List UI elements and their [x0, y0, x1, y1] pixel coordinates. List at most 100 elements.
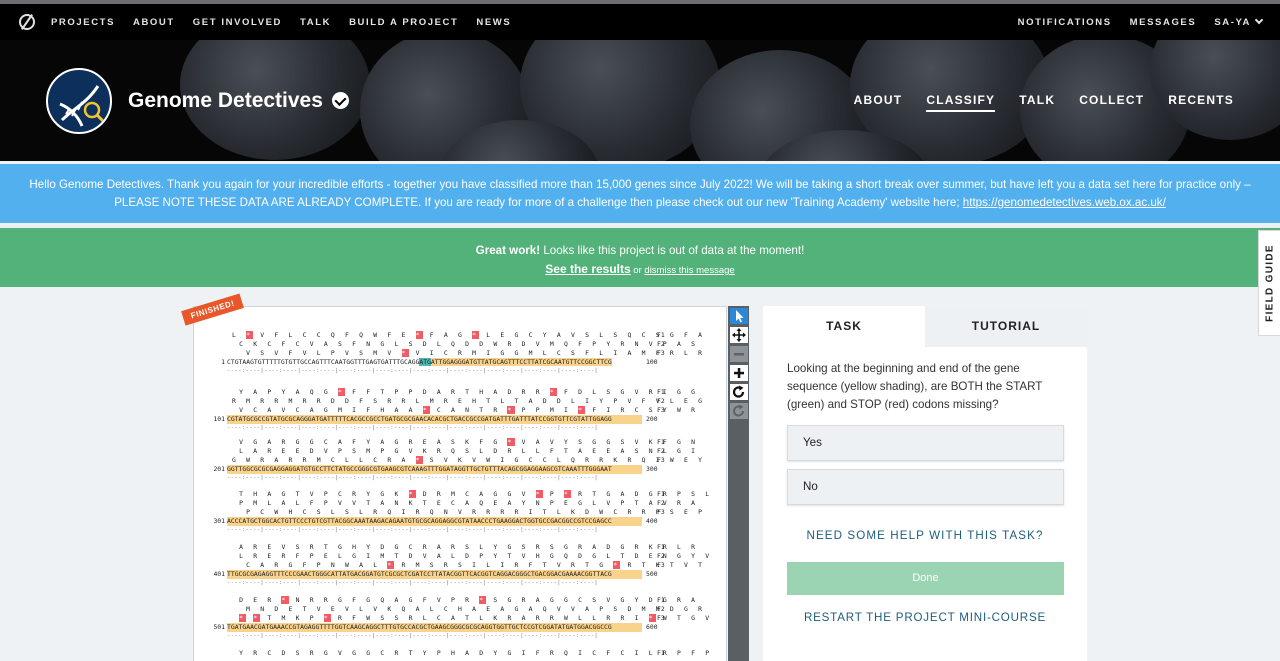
dna-sequence: ACCCATGCTGGCACTGTTCCCTGTCGTTACGGCAAATAAG…	[227, 517, 642, 526]
pointer-tool-button[interactable]	[730, 308, 748, 324]
restart-mini-course-link[interactable]: RESTART THE PROJECT MINI-COURSE	[763, 611, 1087, 624]
translation-frame-3: V S V F V L P V S M V * V I C R M I G G …	[246, 349, 706, 357]
stop-codon-marker: *	[422, 406, 430, 414]
notice-text: Looks like this project is out of data a…	[540, 244, 805, 257]
dna-sequence-line: 101 CGTATGCGCCGTATGCGCAGGGATGATTTTTCACGCC…	[212, 415, 658, 424]
stop-codon-marker: *	[648, 614, 656, 622]
nav-projects[interactable]: PROJECTS	[51, 17, 115, 28]
nav-news[interactable]: NEWS	[476, 17, 511, 28]
translation-frame-3: G W R A R R M C L L C R A * S V K V W I …	[232, 456, 706, 464]
rotate-button[interactable]	[730, 384, 748, 400]
field-guide-tab[interactable]: FIELD GUIDE	[1258, 230, 1280, 336]
task-tabs: TASK TUTORIAL	[763, 306, 1087, 347]
see-results-link[interactable]: See the results	[545, 262, 630, 276]
project-nav-about[interactable]: ABOUT	[854, 93, 903, 112]
stop-codon-marker: *	[535, 490, 543, 498]
frame-label: F3	[657, 349, 665, 357]
frame-label: F1	[657, 596, 665, 604]
dna-sequence: TTGCGCGAGAGGTTTCCCGAACTGGGCATTATGACGGATG…	[227, 570, 642, 579]
sequence-end-position: 400	[646, 517, 658, 525]
frame-label: F2	[657, 499, 665, 507]
tab-task[interactable]: TASK	[763, 306, 925, 347]
stop-codon-marker: *	[408, 490, 416, 498]
answer-no-button[interactable]: No	[787, 469, 1064, 505]
dismiss-message-link[interactable]: dismiss this message	[644, 265, 734, 276]
notice-actions: See the results or dismiss this message	[0, 260, 1280, 280]
frame-label: F1	[657, 543, 665, 551]
sequence-ruler: ----:----|----:----|----:----|----:----|…	[227, 527, 599, 533]
zoom-out-button[interactable]	[730, 346, 748, 362]
move-tool-button[interactable]	[730, 327, 748, 343]
translation-frame-2: R M R R M R R D D F S R R L M R E H T L …	[232, 397, 706, 405]
translation-frame-3: V C A V C A G M I F H A A * C A N T R * …	[239, 406, 699, 414]
user-name: SA-YA	[1214, 16, 1251, 28]
out-of-data-notice: Great work! Looks like this project is o…	[0, 226, 1280, 287]
dna-sequence: TGATGAACGATGAAACCGTAGAGGTTTTGGTCAAGCAGGC…	[227, 623, 642, 632]
dna-sequence-line: 201 GGTTGGCGCGCGAGGAGGATGTGCCTTCTATGCCGGG…	[212, 465, 658, 474]
tab-tutorial[interactable]: TUTORIAL	[925, 306, 1087, 347]
project-nav-classify[interactable]: CLASSIFY	[926, 93, 996, 112]
translation-frame-1: T H A G T V P C R Y G K * D R M C A G G …	[239, 490, 713, 498]
frame-label: F2	[657, 552, 665, 560]
stop-codon-marker: *	[337, 388, 345, 396]
reset-button[interactable]	[730, 403, 748, 419]
notice-or: or	[630, 265, 645, 276]
dna-sequence-line: 501 TGATGAACGATGAAACCGTAGAGGTTTTGGTCAAGCA…	[212, 623, 658, 632]
project-nav-talk[interactable]: TALK	[1019, 93, 1055, 112]
user-menu[interactable]: SA-YA	[1214, 15, 1264, 28]
sequence-ruler: ----:----|----:----|----:----|----:----|…	[227, 580, 599, 586]
upstream-sequence: CTGTAAGTGTTTTTGTGTTGCCAGTTTCAATGGTTTGAGT…	[227, 358, 420, 366]
task-help-link[interactable]: NEED SOME HELP WITH THIS TASK?	[763, 529, 1087, 542]
reset-icon	[733, 404, 745, 417]
stop-codon-marker: *	[323, 614, 331, 622]
translation-frame-1: Y R C D S R G V G G C R T Y P H A D Y G …	[239, 649, 713, 657]
start-codon: ATG	[419, 358, 431, 366]
subject-image[interactable]: L * V F L C C Q F Q W F E * F A G * L E …	[193, 306, 727, 661]
project-logo-icon[interactable]	[46, 68, 112, 134]
sequence-ruler: ----:----|----:----|----:----|----:----|…	[227, 425, 599, 431]
dna-sequence-line: 1 CTGTAAGTGTTTTTGTGTTGCCAGTTTCAATGGTTTGAG…	[212, 358, 658, 367]
frame-label: F2	[657, 447, 665, 455]
stop-codon-marker: *	[415, 331, 423, 339]
translation-frame-1: A R E V S R T G H Y D G C R A R S L Y G …	[239, 543, 699, 551]
done-button[interactable]: Done	[787, 562, 1064, 595]
nav-build-a-project[interactable]: BUILD A PROJECT	[349, 17, 458, 28]
zooniverse-logo-icon[interactable]	[19, 14, 35, 30]
translation-frame-2: P M L A L F P V V T A N K T E C A Q E A …	[239, 499, 699, 507]
frame-label: F1	[657, 388, 665, 396]
sequence-start-position: 501	[213, 623, 225, 631]
translation-frame-1: Y A P Y A Q G * F F T P P D A R T H A D …	[239, 388, 699, 396]
translation-frame-1: L * V F L C C Q F Q W F E * F A G * L E …	[232, 331, 706, 339]
translation-frame-3: * * T M K P * R F W S S R L C A T L K R …	[239, 614, 713, 622]
project-nav-recents[interactable]: RECENTS	[1168, 93, 1234, 112]
answer-yes-button[interactable]: Yes	[787, 425, 1064, 461]
minus-icon	[734, 353, 744, 356]
frame-label: F3	[657, 561, 665, 569]
sequence-end-position: 500	[646, 570, 658, 578]
stop-codon-marker: *	[549, 388, 557, 396]
nav-talk[interactable]: TALK	[300, 17, 331, 28]
translation-frame-2: L A R E E D V P S M P G V K R Q S L D R …	[239, 447, 699, 455]
notifications-link[interactable]: NOTIFICATIONS	[1018, 17, 1112, 28]
subject-toolbar	[728, 306, 749, 661]
messages-link[interactable]: MESSAGES	[1130, 17, 1197, 28]
dna-magnifier-icon	[59, 85, 105, 127]
training-academy-link[interactable]: https://genomedetectives.web.ox.ac.uk/	[963, 196, 1166, 209]
sequence-end-position: 100	[646, 358, 658, 366]
stop-codon-marker: *	[281, 596, 289, 604]
project-title[interactable]: Genome Detectives	[128, 89, 349, 113]
sequence-end-position: 600	[646, 623, 658, 631]
frame-label: F3	[657, 614, 665, 622]
dna-sequence: GGTTGGCGCGCGAGGAGGATGTGCCTTCTATGCCGGGCGT…	[227, 465, 642, 474]
gene-sequence: ATTGGAGGGATGTTATGCAGTTTCCTTATCGCAATGTTCC…	[430, 358, 612, 366]
project-nav-collect[interactable]: COLLECT	[1079, 93, 1144, 112]
dna-sequence: CTGTAAGTGTTTTTGTGTTGCCAGTTTCAATGGTTTGAGT…	[227, 358, 642, 367]
stop-codon-marker: *	[507, 438, 515, 446]
nav-about[interactable]: ABOUT	[133, 17, 175, 28]
stop-codon-marker: *	[507, 406, 515, 414]
nav-get-involved[interactable]: GET INVOLVED	[193, 17, 282, 28]
frame-label: F1	[657, 438, 665, 446]
zoom-in-button[interactable]	[730, 365, 748, 381]
announcement-banner: Hello Genome Detectives. Thank you again…	[0, 164, 1280, 223]
frame-label: F2	[657, 397, 665, 405]
